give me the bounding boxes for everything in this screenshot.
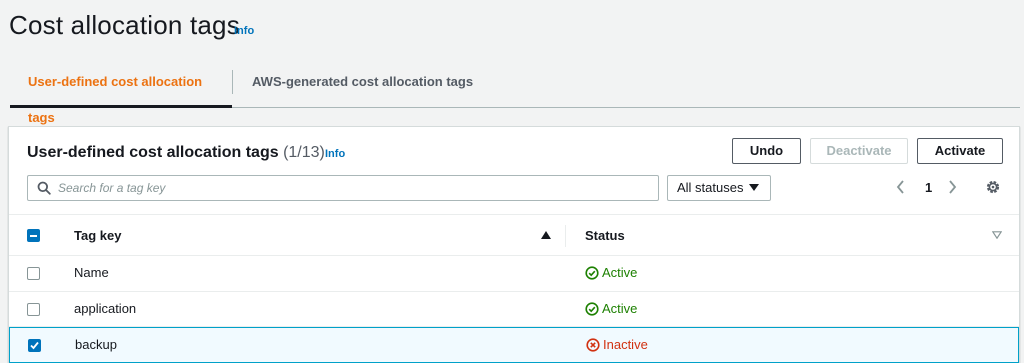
sort-ascending-icon[interactable] — [541, 231, 551, 239]
check-circle-icon — [585, 266, 599, 280]
tab-user-defined[interactable]: User-defined cost allocation tags — [10, 64, 232, 125]
sort-icon[interactable] — [992, 231, 1002, 239]
tab-bar: User-defined cost allocation tags AWS-ge… — [10, 64, 1020, 125]
title-info-link[interactable]: Info — [234, 25, 254, 37]
row-checkbox[interactable] — [27, 302, 40, 316]
tag-key-cell: Name — [74, 265, 109, 280]
search-box[interactable] — [27, 175, 659, 201]
table-header: Tag key Status — [9, 214, 1019, 256]
tags-table: Tag key Status Name Active application A… — [9, 214, 1019, 363]
table-row[interactable]: Name Active — [9, 256, 1019, 292]
page-title: Cost allocation tags — [9, 10, 240, 40]
row-checkbox-checked[interactable] — [28, 339, 41, 352]
current-page-number[interactable]: 1 — [925, 180, 932, 195]
column-header-tag-key[interactable]: Tag key — [74, 215, 121, 256]
undo-button[interactable]: Undo — [732, 138, 801, 164]
panel-info-link[interactable]: Info — [325, 148, 345, 160]
selection-count: (1/13) — [283, 144, 325, 161]
status-cell: Inactive — [586, 328, 648, 362]
gear-icon[interactable] — [985, 179, 1001, 195]
column-header-status[interactable]: Status — [585, 215, 625, 256]
row-checkbox[interactable] — [27, 267, 40, 280]
check-circle-icon — [585, 301, 599, 316]
search-icon — [37, 181, 51, 195]
status-text: Inactive — [603, 337, 648, 352]
activate-button[interactable]: Activate — [917, 138, 1003, 164]
panel-title-text: User-defined cost allocation tags — [27, 144, 279, 161]
caret-down-icon — [749, 184, 759, 191]
previous-page-icon[interactable] — [896, 180, 905, 194]
tab-divider — [232, 70, 233, 94]
tags-panel: User-defined cost allocation tags (1/13)… — [8, 126, 1020, 363]
tag-key-cell: application — [74, 300, 137, 316]
next-page-icon[interactable] — [948, 180, 957, 194]
tag-key-cell: backup — [75, 337, 117, 352]
status-filter-value: All statuses — [677, 180, 744, 195]
status-cell: Active — [585, 256, 637, 290]
search-input[interactable] — [58, 176, 653, 200]
status-text: Active — [602, 265, 638, 280]
deactivate-button: Deactivate — [810, 138, 908, 164]
panel-title: User-defined cost allocation tags (1/13) — [27, 144, 325, 162]
select-all-checkbox[interactable] — [27, 229, 40, 242]
column-divider[interactable] — [565, 225, 566, 247]
table-row[interactable]: application Active — [9, 292, 1019, 327]
status-filter-select[interactable]: All statuses — [667, 175, 771, 201]
tab-aws-generated[interactable]: AWS-generated cost allocation tags — [252, 64, 473, 107]
status-cell: Active — [585, 292, 637, 326]
table-row-selected[interactable]: backup Inactive — [9, 327, 1019, 363]
status-text: Active — [602, 300, 638, 316]
checkmark-icon — [30, 341, 39, 350]
x-circle-icon — [586, 338, 600, 352]
